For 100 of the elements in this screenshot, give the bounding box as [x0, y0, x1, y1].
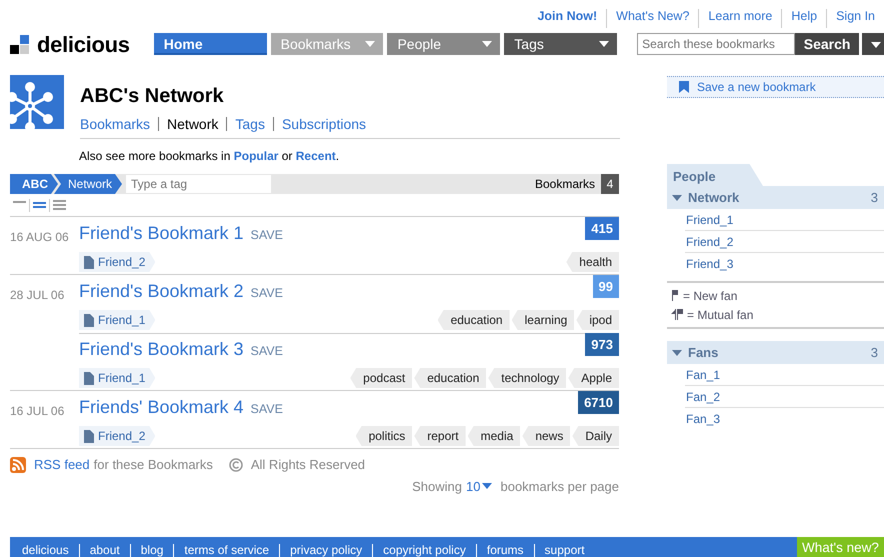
- tag-link[interactable]: politics: [356, 426, 412, 446]
- person-link[interactable]: Fan_1: [685, 364, 884, 386]
- logo-text: delicious: [37, 30, 130, 58]
- tag-link[interactable]: report: [414, 426, 466, 446]
- rss-caption: for these Bookmarks: [94, 456, 213, 474]
- save-link[interactable]: SAVE: [250, 225, 283, 245]
- search-menu-button[interactable]: [862, 33, 884, 55]
- person-link[interactable]: Friend_1: [685, 209, 884, 231]
- tag-link[interactable]: media: [468, 426, 520, 446]
- top-link[interactable]: Join Now!: [528, 9, 606, 28]
- footer-link[interactable]: terms of service: [173, 544, 280, 556]
- person-link[interactable]: Fan_3: [685, 408, 884, 430]
- bookmark-icon: [679, 81, 689, 93]
- caret-icon: [482, 483, 492, 490]
- tag-link[interactable]: education: [438, 310, 510, 330]
- footer-link[interactable]: delicious: [10, 544, 79, 556]
- search-button[interactable]: Search: [795, 33, 860, 55]
- bookmark-title-link[interactable]: Friend's Bookmark 3: [79, 339, 244, 359]
- profile-tab[interactable]: Tags: [226, 117, 273, 131]
- tag-link[interactable]: ipod: [576, 310, 619, 330]
- top-link[interactable]: Sign In: [826, 9, 884, 28]
- profile-tab[interactable]: Network: [158, 117, 226, 131]
- user-link[interactable]: Friend_2: [79, 426, 156, 446]
- collapse-icon: [672, 192, 682, 202]
- person-link[interactable]: Fan_2: [685, 386, 884, 408]
- nav-tab[interactable]: Tags: [504, 33, 618, 55]
- tag-link[interactable]: health: [566, 252, 619, 272]
- breadcrumb-link[interactable]: Network: [54, 174, 122, 194]
- footer-link[interactable]: privacy policy: [279, 544, 372, 556]
- caret-icon: [482, 41, 492, 47]
- nav-tab[interactable]: Bookmarks: [270, 33, 384, 55]
- see-also-text: Also see more bookmarks in Popular or Recent.: [79, 148, 340, 165]
- view-mode-button[interactable]: [50, 198, 69, 212]
- save-count: 415: [585, 217, 619, 240]
- save-bookmark-link[interactable]: Save a new bookmark: [667, 76, 884, 98]
- bookmark-title-link[interactable]: Friend's Bookmark 2: [79, 281, 244, 301]
- double-flag-icon: [671, 309, 683, 320]
- tag-link[interactable]: podcast: [350, 368, 412, 388]
- page-size-dropdown[interactable]: 10: [466, 476, 492, 496]
- top-link[interactable]: Help: [781, 9, 826, 28]
- logo-icon: [10, 34, 29, 54]
- tag-link[interactable]: education: [414, 368, 486, 388]
- save-count: 99: [592, 275, 619, 298]
- list-view-icon: [33, 202, 46, 208]
- bookmark-count: 4: [601, 174, 619, 194]
- footer-link[interactable]: copyright policy: [372, 544, 476, 556]
- tag-link[interactable]: news: [522, 426, 570, 446]
- save-count: 6710: [578, 391, 619, 414]
- user-link[interactable]: Friend_1: [79, 368, 156, 388]
- recent-link[interactable]: Recent: [296, 149, 336, 163]
- breadcrumb-link[interactable]: ABC: [10, 174, 58, 194]
- top-link[interactable]: What's New?: [606, 9, 698, 28]
- popular-link[interactable]: Popular: [234, 149, 278, 163]
- save-link[interactable]: SAVE: [250, 283, 283, 303]
- nav-tab[interactable]: People: [387, 33, 500, 55]
- paging-suffix: bookmarks per page: [500, 478, 619, 496]
- tag-link[interactable]: Apple: [568, 368, 619, 388]
- legend-text: = New fan: [683, 288, 738, 304]
- rss-icon: [10, 456, 26, 473]
- user-link[interactable]: Friend_1: [79, 310, 156, 330]
- view-mode-button[interactable]: [30, 198, 50, 212]
- view-mode-button[interactable]: [10, 198, 30, 212]
- caret-icon: [871, 42, 882, 48]
- network-icon: [10, 75, 64, 129]
- profile-tab[interactable]: Subscriptions: [272, 117, 374, 131]
- legend-text: = Mutual fan: [687, 306, 754, 324]
- sidebar-tab[interactable]: People: [667, 164, 763, 186]
- footer-link[interactable]: blog: [130, 544, 174, 556]
- search-field[interactable]: Search these bookmarks: [637, 33, 796, 55]
- save-link[interactable]: SAVE: [250, 341, 283, 361]
- footer-link[interactable]: forums: [476, 544, 534, 556]
- save-count: 973: [585, 333, 619, 356]
- nav-tab[interactable]: Home: [154, 33, 267, 55]
- group-header[interactable]: Network 3: [667, 186, 884, 209]
- caret-icon: [365, 41, 376, 47]
- save-link[interactable]: SAVE: [250, 399, 283, 419]
- bookmark-title-link[interactable]: Friends' Bookmark 4: [79, 397, 244, 417]
- user-link[interactable]: Friend_2: [79, 252, 156, 272]
- person-link[interactable]: Friend_2: [685, 231, 884, 253]
- list-view-icon: [53, 200, 66, 210]
- page-title: ABC's Network: [80, 85, 225, 107]
- collapse-icon: [672, 348, 682, 358]
- person-link[interactable]: Friend_3: [685, 253, 884, 275]
- copyright-icon: [228, 458, 243, 472]
- bookmark-date: 28 JUL 06: [10, 288, 64, 302]
- tag-link[interactable]: Daily: [572, 426, 619, 446]
- top-link[interactable]: Learn more: [698, 9, 782, 28]
- bookmark-date: 16 AUG 06: [10, 230, 69, 244]
- group-header[interactable]: Fans 3: [667, 341, 884, 364]
- bookmark-title-link[interactable]: Friend's Bookmark 1: [79, 223, 244, 243]
- profile-tab[interactable]: Bookmarks: [80, 117, 158, 131]
- tag-link[interactable]: technology: [488, 368, 566, 388]
- footer-link[interactable]: support: [534, 544, 595, 556]
- tag-field[interactable]: Type a tag: [126, 175, 272, 193]
- footer-link[interactable]: about: [78, 544, 130, 556]
- caret-icon: [599, 41, 610, 47]
- rights-text: All Rights Reserved: [250, 456, 366, 474]
- paging-prefix: Showing: [412, 478, 462, 496]
- rss-link[interactable]: RSS feed: [34, 455, 90, 474]
- tag-link[interactable]: learning: [512, 310, 574, 330]
